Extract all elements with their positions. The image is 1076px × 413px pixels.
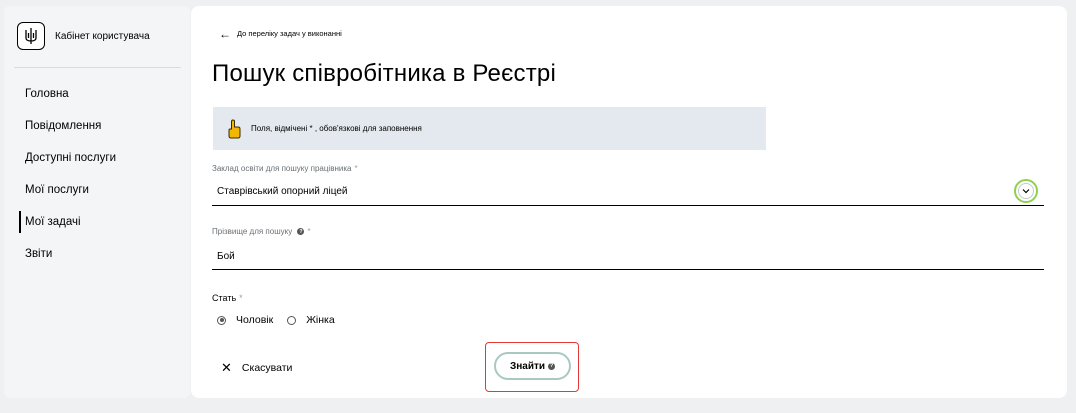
brand-title: Кабінет користувача xyxy=(55,30,150,42)
back-link-label: До переліку задач у виконанні xyxy=(237,29,342,38)
sidebar-nav: Головна Повідомлення Доступні послуги Мо… xyxy=(4,86,190,278)
gender-option-female-label: Жінка xyxy=(306,314,335,326)
search-button-label: Знайти xyxy=(509,360,546,372)
notice-text: Поля, відмічені * , обов'язкові для запо… xyxy=(251,124,422,133)
gender-label-text: Стать xyxy=(212,293,237,303)
arrow-left-icon: ← xyxy=(219,26,231,41)
institution-dropdown-button[interactable] xyxy=(1014,179,1038,203)
pointing-hand-icon xyxy=(228,118,241,138)
sidebar-item-reports[interactable]: Звіти xyxy=(4,246,190,278)
chevron-down-icon xyxy=(1018,183,1034,199)
close-icon: ✕ xyxy=(221,360,232,375)
cancel-button[interactable]: ✕ Скасувати xyxy=(221,360,293,375)
sidebar-item-available-services[interactable]: Доступні послуги xyxy=(4,150,190,182)
page-title: Пошук співробітника в Реєстрі xyxy=(212,60,557,87)
institution-select-value[interactable]: Ставрівський опорний ліцей xyxy=(217,186,347,197)
surname-input[interactable]: Бой xyxy=(217,251,235,262)
required-mark: * xyxy=(354,164,358,173)
sidebar-item-notifications[interactable]: Повідомлення xyxy=(4,118,190,150)
gender-option-female[interactable]: Жінка xyxy=(287,314,335,326)
back-link[interactable]: ← До переліку задач у виконанні xyxy=(219,26,342,41)
trident-emblem-icon xyxy=(17,22,45,50)
question-circle-icon[interactable]: ? xyxy=(297,228,305,236)
sidebar: Кабінет користувача Головна Повідомлення… xyxy=(4,6,190,398)
institution-select-underline xyxy=(212,205,1044,206)
institution-label-text: Заклад освіти для пошуку працівника xyxy=(212,164,352,173)
radio-unchecked-icon xyxy=(287,315,297,325)
sidebar-divider xyxy=(14,67,181,68)
sidebar-item-home[interactable]: Головна xyxy=(4,86,190,118)
main-content: ← До переліку задач у виконанні Пошук сп… xyxy=(191,6,1067,398)
surname-input-underline xyxy=(212,269,1044,270)
brand[interactable]: Кабінет користувача xyxy=(17,22,150,50)
surname-label-text: Прізвище для пошуку xyxy=(212,227,293,236)
gender-radio-group: Чоловік Жінка xyxy=(217,314,349,326)
required-fields-notice: Поля, відмічені * , обов'язкові для запо… xyxy=(213,107,766,150)
search-button[interactable]: Знайти ? xyxy=(494,352,571,380)
sidebar-item-my-services[interactable]: Мої послуги xyxy=(4,182,190,214)
cancel-button-label: Скасувати xyxy=(241,362,293,374)
required-mark: * xyxy=(239,293,243,303)
gender-label: Стать * xyxy=(212,293,243,303)
gender-option-male[interactable]: Чоловік xyxy=(217,314,273,326)
institution-label: Заклад освіти для пошуку працівника * xyxy=(212,164,358,173)
question-circle-icon: ? xyxy=(548,362,556,370)
radio-checked-icon xyxy=(217,315,226,325)
required-mark: * xyxy=(307,227,311,236)
gender-option-male-label: Чоловік xyxy=(236,314,274,326)
surname-label: Прізвище для пошуку ? * xyxy=(212,227,311,236)
sidebar-item-my-tasks[interactable]: Мої задачі xyxy=(4,211,190,246)
